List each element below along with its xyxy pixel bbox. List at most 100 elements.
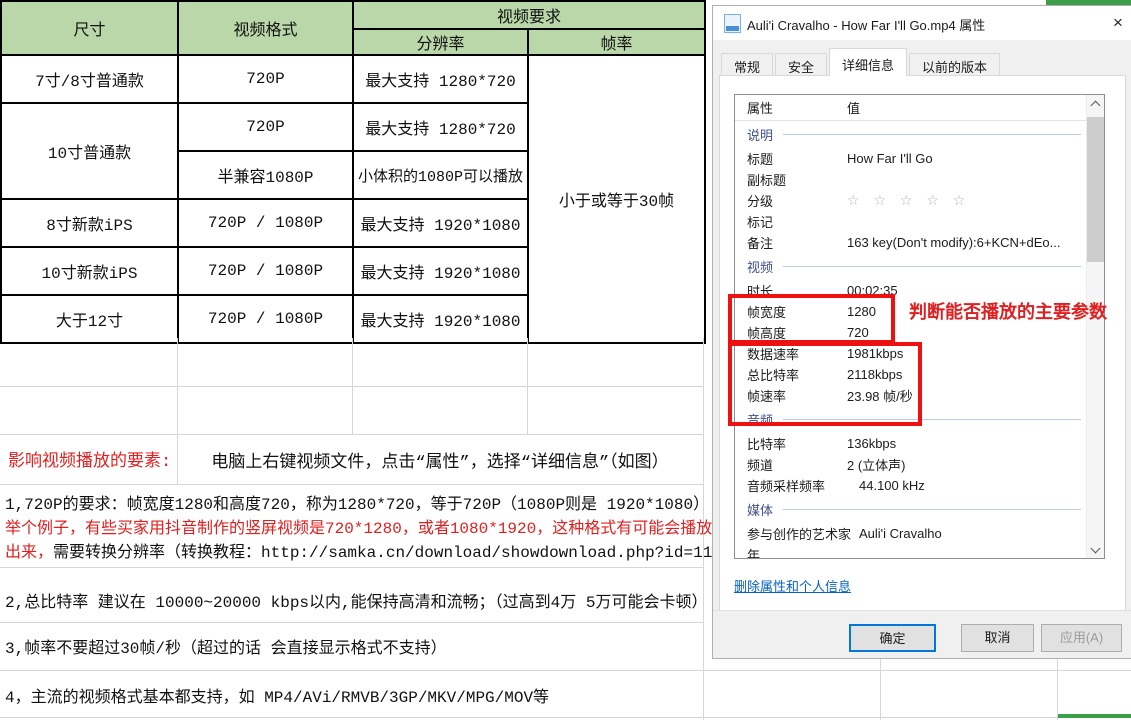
property-label: 副标题 [735, 170, 847, 189]
property-label: 比特率 [735, 434, 847, 453]
scroll-down-button[interactable] [1087, 541, 1104, 558]
cell-format: 720P [178, 103, 353, 151]
gridline [0, 484, 703, 485]
note-framerate: 3,帧率不要超过30帧/秒（超过的话 会直接显示格式不支持） [5, 634, 447, 658]
red-annotation: 判断能否播放的主要参数 [909, 298, 1107, 324]
list-column-headers: 属性 值 [735, 95, 1089, 121]
col-header-framerate: 帧率 [528, 29, 705, 55]
scrollbar[interactable] [1086, 95, 1104, 558]
note-tutorial-url: 需要转换分辨率（转换教程：http://samka.cn/download/sh… [53, 544, 728, 562]
screen: 尺寸 视频格式 视频要求 分辨率 帧率 7寸/8寸普通款 720P 最大支持 1… [0, 0, 1131, 720]
tab-details[interactable]: 详细信息 [829, 48, 907, 76]
property-value: 2 (立体声) [847, 455, 1089, 474]
note-bitrate: 2,总比特率 建议在 10000~20000 kbps以内,能保持高清和流畅；（… [5, 588, 707, 612]
cell-format: 720P / 1080P [178, 199, 353, 247]
col-header-size: 尺寸 [1, 1, 178, 55]
cell-size: 7寸/8寸普通款 [1, 55, 178, 103]
column-property: 属性 [735, 98, 847, 117]
group-label: 说明 [735, 125, 773, 144]
gridline [1057, 658, 1058, 720]
property-label: 标记 [735, 212, 847, 231]
group-rule [783, 509, 1081, 510]
group-description: 说明 [735, 121, 1089, 148]
properties-dialog: Auli'i Cravalho - How Far I'll Go.mp4 属性… [712, 5, 1131, 659]
scrollbar-thumb[interactable] [1087, 117, 1104, 262]
cell-size: 10寸普通款 [1, 103, 178, 199]
property-label: 标题 [735, 149, 847, 168]
cell-size: 8寸新款iPS [1, 199, 178, 247]
cell-resolution: 小体积的1080P可以播放 [353, 151, 528, 199]
column-value: 值 [847, 98, 860, 117]
property-row[interactable]: 备注163 key(Don't modify):6+KCN+dEo... [735, 232, 1089, 253]
remove-properties-link[interactable]: 删除属性和个人信息 [734, 576, 851, 595]
property-row[interactable]: 分级☆ ☆ ☆ ☆ ☆ [735, 190, 1089, 211]
property-row[interactable]: 标题How Far I'll Go [735, 148, 1089, 169]
dialog-footer: 确定 取消 应用(A) [713, 610, 1131, 658]
gridline [0, 717, 1131, 718]
cell-resolution: 最大支持 1280*720 [353, 55, 528, 103]
col-header-requirement: 视频要求 [353, 1, 705, 29]
group-rule [783, 266, 1081, 267]
col-header-format: 视频格式 [178, 1, 353, 55]
mp4-file-icon [724, 14, 741, 33]
gridline [0, 622, 703, 623]
tab-general[interactable]: 常规 [721, 53, 773, 76]
dialog-titlebar[interactable]: Auli'i Cravalho - How Far I'll Go.mp4 属性… [713, 6, 1131, 40]
property-label: 年 [735, 545, 847, 559]
property-label: 音频采样频率 [735, 476, 859, 495]
group-rule [783, 134, 1081, 135]
gridline [0, 567, 703, 568]
property-label: 频道 [735, 455, 847, 474]
gridline [880, 658, 881, 720]
cell-size: 10寸新款iPS [1, 247, 178, 295]
note-example-red: 举个例子，有些买家用抖音制作的竖屏视频是720*1280，或者1080*1920… [5, 514, 728, 538]
ok-button[interactable]: 确定 [849, 624, 936, 652]
property-value: 163 key(Don't modify):6+KCN+dEo... [847, 235, 1089, 250]
note-red-fragment: 出来， [5, 544, 53, 562]
tab-strip: 常规 安全 详细信息 以前的版本 [721, 50, 1002, 76]
property-value: How Far I'll Go [847, 151, 1089, 166]
property-label: 备注 [735, 233, 847, 252]
chevron-up-icon [1091, 101, 1101, 111]
property-row[interactable]: 副标题 [735, 169, 1089, 190]
cell-framerate-note: 小于或等于30帧 [528, 55, 705, 343]
group-media: 媒体 [735, 496, 1089, 523]
property-row[interactable]: 标记 [735, 211, 1089, 232]
cell-format: 720P / 1080P [178, 295, 353, 343]
video-requirements-table: 尺寸 视频格式 视频要求 分辨率 帧率 7寸/8寸普通款 720P 最大支持 1… [0, 0, 706, 344]
tab-previous-versions[interactable]: 以前的版本 [909, 53, 1000, 76]
cell-resolution: 最大支持 1280*720 [353, 103, 528, 151]
property-row[interactable]: 参与创作的艺术家Auli'i Cravalho [735, 523, 1089, 544]
selection-border-bottom [1058, 714, 1131, 718]
red-highlight-box-frame-size [728, 294, 895, 344]
cell-resolution: 最大支持 1920*1080 [353, 199, 528, 247]
cell-resolution: 最大支持 1920*1080 [353, 295, 528, 343]
close-icon[interactable]: × [1106, 11, 1130, 35]
dialog-title: Auli'i Cravalho - How Far I'll Go.mp4 属性 [747, 15, 985, 34]
scroll-up-button[interactable] [1087, 95, 1104, 112]
cell-format: 720P [178, 55, 353, 103]
gridline [527, 338, 528, 434]
property-label: 分级 [735, 191, 847, 210]
note-formats: 4，主流的视频格式基本都支持，如 MP4/AVi/RMVB/3GP/MKV/MP… [5, 683, 549, 707]
gridline [0, 670, 1131, 671]
rating-stars[interactable]: ☆ ☆ ☆ ☆ ☆ [847, 192, 1089, 209]
cell-resolution: 最大支持 1920*1080 [353, 247, 528, 295]
property-row[interactable]: 音频采样频率44.100 kHz [735, 475, 1089, 496]
cell-size: 大于12寸 [1, 295, 178, 343]
cancel-button[interactable]: 取消 [961, 624, 1034, 652]
factors-label: 影响视频播放的要素: [8, 446, 171, 472]
apply-button[interactable]: 应用(A) [1041, 624, 1122, 652]
red-highlight-box-bitrates [728, 342, 922, 426]
property-value: 136kbps [847, 436, 1089, 451]
property-row-partial[interactable]: 年 [735, 544, 1089, 559]
property-row[interactable]: 频道2 (立体声) [735, 454, 1089, 475]
chevron-down-icon [1091, 544, 1101, 554]
property-value: Auli'i Cravalho [859, 526, 1089, 541]
tab-security[interactable]: 安全 [775, 53, 827, 76]
property-value: 44.100 kHz [859, 478, 1089, 493]
property-label: 参与创作的艺术家 [735, 524, 859, 543]
property-row[interactable]: 比特率136kbps [735, 433, 1089, 454]
group-video: 视频 [735, 253, 1089, 280]
cell-format: 720P / 1080P [178, 247, 353, 295]
